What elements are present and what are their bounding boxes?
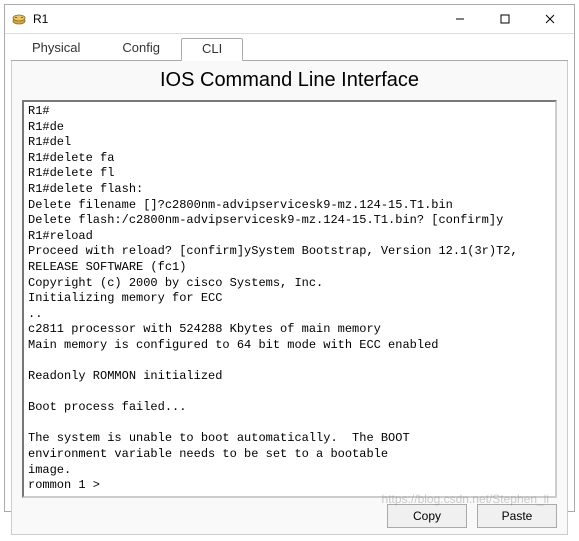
content-area: Physical Config CLI IOS Command Line Int… bbox=[5, 34, 574, 541]
button-row: Copy Paste bbox=[22, 498, 557, 528]
close-button[interactable] bbox=[527, 5, 572, 33]
cli-panel: IOS Command Line Interface R1# R1#de R1#… bbox=[11, 61, 568, 535]
tab-cli[interactable]: CLI bbox=[181, 38, 243, 61]
tab-config[interactable]: Config bbox=[101, 37, 181, 60]
minimize-button[interactable] bbox=[437, 5, 482, 33]
window-controls bbox=[437, 5, 572, 33]
tab-physical[interactable]: Physical bbox=[11, 37, 101, 60]
app-window: R1 Physical Config CLI IOS Command Line … bbox=[4, 4, 575, 512]
app-icon bbox=[11, 11, 27, 27]
terminal-output[interactable]: R1# R1#de R1#del R1#delete fa R1#delete … bbox=[22, 100, 557, 498]
terminal-wrap: R1# R1#de R1#del R1#delete fa R1#delete … bbox=[22, 100, 557, 528]
cli-title: IOS Command Line Interface bbox=[12, 69, 567, 92]
tab-bar: Physical Config CLI bbox=[11, 37, 568, 61]
window-title: R1 bbox=[33, 12, 437, 26]
maximize-button[interactable] bbox=[482, 5, 527, 33]
titlebar: R1 bbox=[5, 5, 574, 34]
